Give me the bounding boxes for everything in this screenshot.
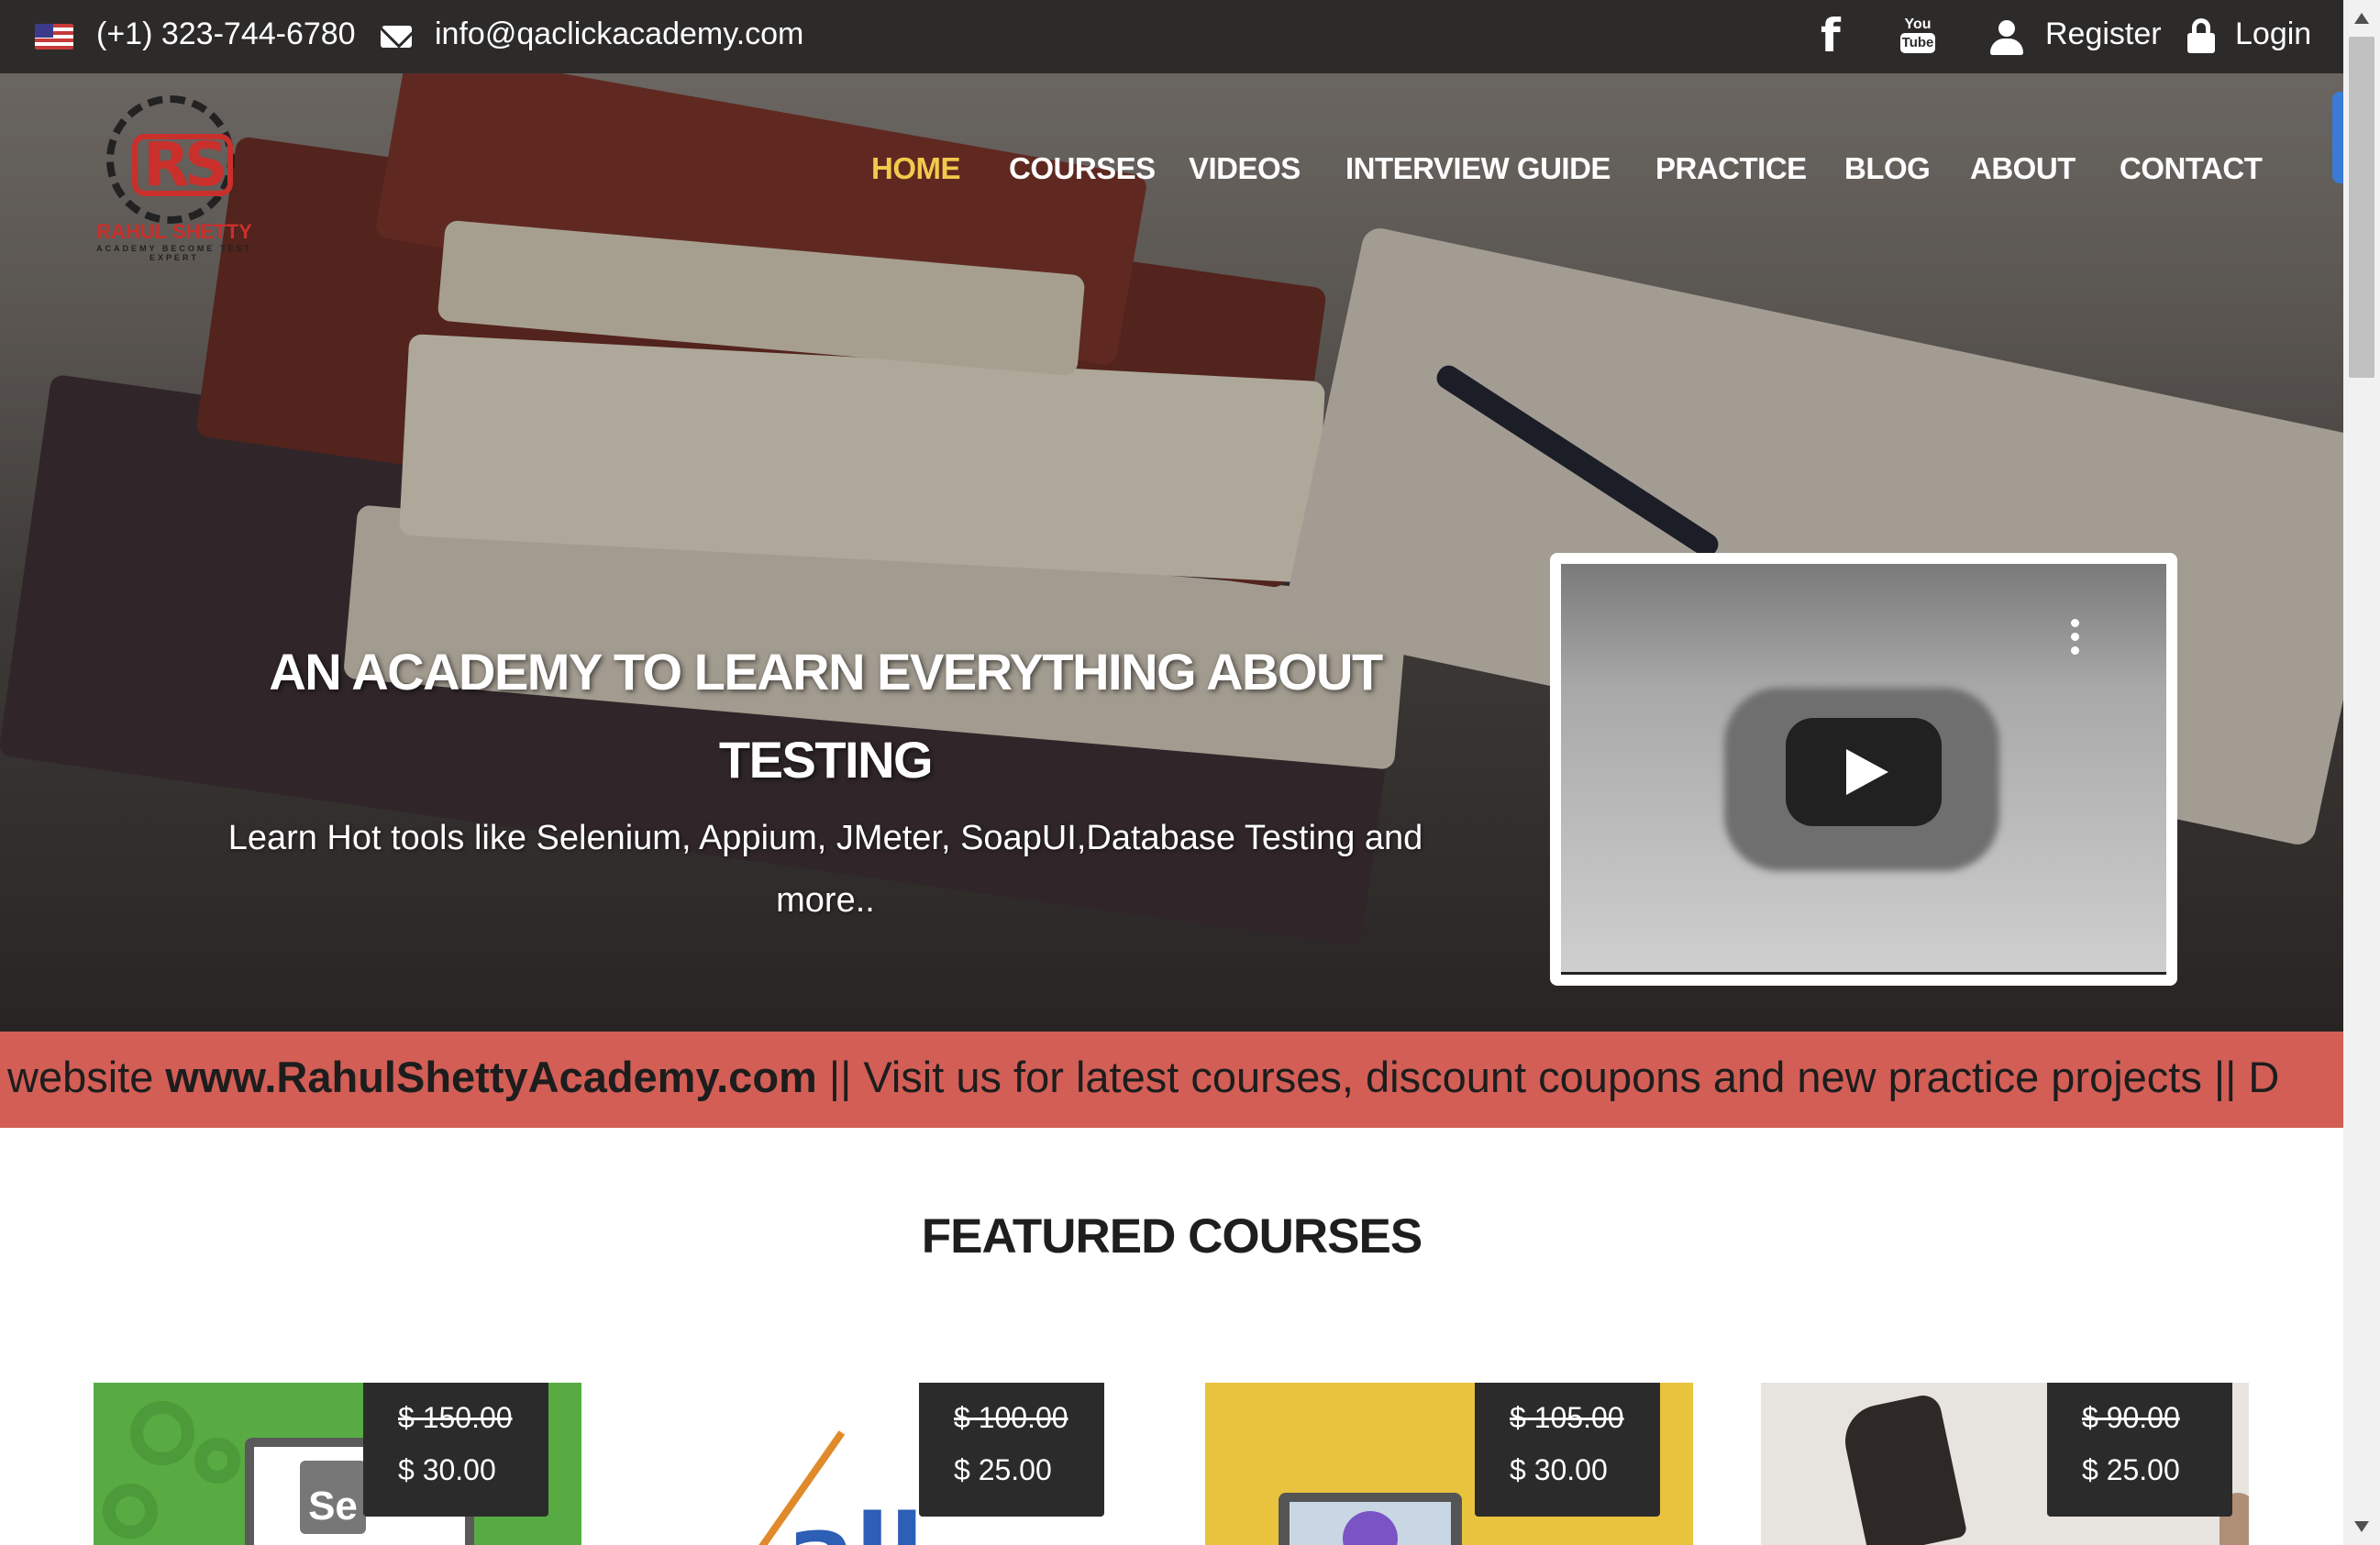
play-icon[interactable]: [1786, 718, 1942, 826]
marquee-text: website www.RahulShettyAcademy.com || Vi…: [7, 1052, 2279, 1102]
email-link[interactable]: info@qaclickacademy.com: [435, 17, 803, 52]
nav-contact[interactable]: CONTACT: [2120, 151, 2263, 186]
course-art-text: all: [787, 1493, 924, 1545]
selenium-logo: Se: [300, 1461, 366, 1534]
intro-video[interactable]: [1550, 553, 2177, 986]
user-icon: [1990, 20, 2023, 55]
nav-about[interactable]: ABOUT: [1970, 151, 2076, 186]
scroll-down-icon[interactable]: [2354, 1521, 2369, 1532]
marquee-suffix: || Visit us for latest courses, discount…: [816, 1053, 2280, 1101]
nav-interview-guide[interactable]: INTERVIEW GUIDE: [1345, 151, 1611, 186]
nav-blog[interactable]: BLOG: [1844, 151, 1931, 186]
old-price: $ 150.00: [398, 1401, 513, 1434]
page-scrollbar[interactable]: [2343, 0, 2380, 1545]
youtube-icon[interactable]: You Tube: [1900, 17, 1935, 59]
nav-courses[interactable]: COURSES: [1009, 151, 1156, 186]
side-feedback-tab[interactable]: [2332, 92, 2343, 183]
top-bar: (+1) 323-744-6780 info@qaclickacademy.co…: [0, 0, 2343, 73]
featured-courses-title: FEATURED COURSES: [921, 1209, 1422, 1264]
marquee-prefix: website: [7, 1053, 166, 1101]
logo-tagline-text: BECOME TEST EXPERT: [149, 244, 252, 262]
logo-tagline: ACADEMY BECOME TEST EXPERT: [92, 244, 257, 262]
announcement-marquee: website www.RahulShettyAcademy.com || Vi…: [0, 1032, 2343, 1128]
logo-mark: RS: [132, 134, 234, 196]
new-price: $ 25.00: [954, 1453, 1052, 1486]
price-tag: $ 105.00 $ 30.00: [1475, 1383, 1660, 1517]
logo-name: RAHUL SHETTY: [96, 220, 252, 243]
nav-practice[interactable]: PRACTICE: [1655, 151, 1807, 186]
hero-subtitle: Learn Hot tools like Selenium, Appium, J…: [227, 819, 1423, 920]
old-price: $ 105.00: [1510, 1401, 1624, 1434]
course-card[interactable]: $ 90.00 $ 25.00: [1761, 1383, 2249, 1545]
logo-subtitle: ACADEMY: [96, 244, 158, 253]
marquee-link[interactable]: www.RahulShettyAcademy.com: [165, 1053, 816, 1101]
video-screen[interactable]: [1561, 564, 2166, 975]
nav-videos[interactable]: VIDEOS: [1189, 151, 1301, 186]
phone-number[interactable]: (+1) 323-744-6780: [96, 17, 356, 52]
us-flag-icon: [35, 24, 73, 50]
price-tag: $ 90.00 $ 25.00: [2047, 1383, 2232, 1517]
nav-home[interactable]: HOME: [871, 151, 961, 186]
course-card[interactable]: $ 105.00 $ 30.00: [1205, 1383, 1693, 1545]
facebook-icon[interactable]: f: [1821, 9, 1841, 62]
price-tag: $ 150.00 $ 30.00: [363, 1383, 548, 1517]
hero-title: AN ACADEMY TO LEARN EVERYTHING ABOUT TES…: [269, 643, 1383, 789]
scrollbar-thumb[interactable]: [2349, 37, 2374, 378]
more-vert-icon[interactable]: [2071, 619, 2080, 660]
lock-icon: [2187, 18, 2215, 53]
old-price: $ 100.00: [954, 1401, 1068, 1434]
new-price: $ 25.00: [2082, 1453, 2180, 1486]
envelope-icon: [381, 26, 412, 48]
course-card[interactable]: Se $ 150.00 $ 30.00: [94, 1383, 581, 1545]
youtube-icon-bottom-text: Tube: [1900, 33, 1935, 53]
new-price: $ 30.00: [398, 1453, 496, 1486]
youtube-icon-top-text: You: [1904, 17, 1932, 32]
old-price: $ 90.00: [2082, 1401, 2180, 1434]
new-price: $ 30.00: [1510, 1453, 1608, 1486]
price-tag: $ 100.00 $ 25.00: [919, 1383, 1104, 1517]
scroll-up-icon[interactable]: [2354, 13, 2369, 24]
register-link[interactable]: Register: [2045, 17, 2162, 52]
course-card[interactable]: all $ 100.00 $ 25.00: [649, 1383, 1137, 1545]
login-link[interactable]: Login: [2235, 17, 2311, 52]
site-logo[interactable]: RS RAHUL SHETTY ACADEMY BECOME TEST EXPE…: [92, 92, 257, 262]
